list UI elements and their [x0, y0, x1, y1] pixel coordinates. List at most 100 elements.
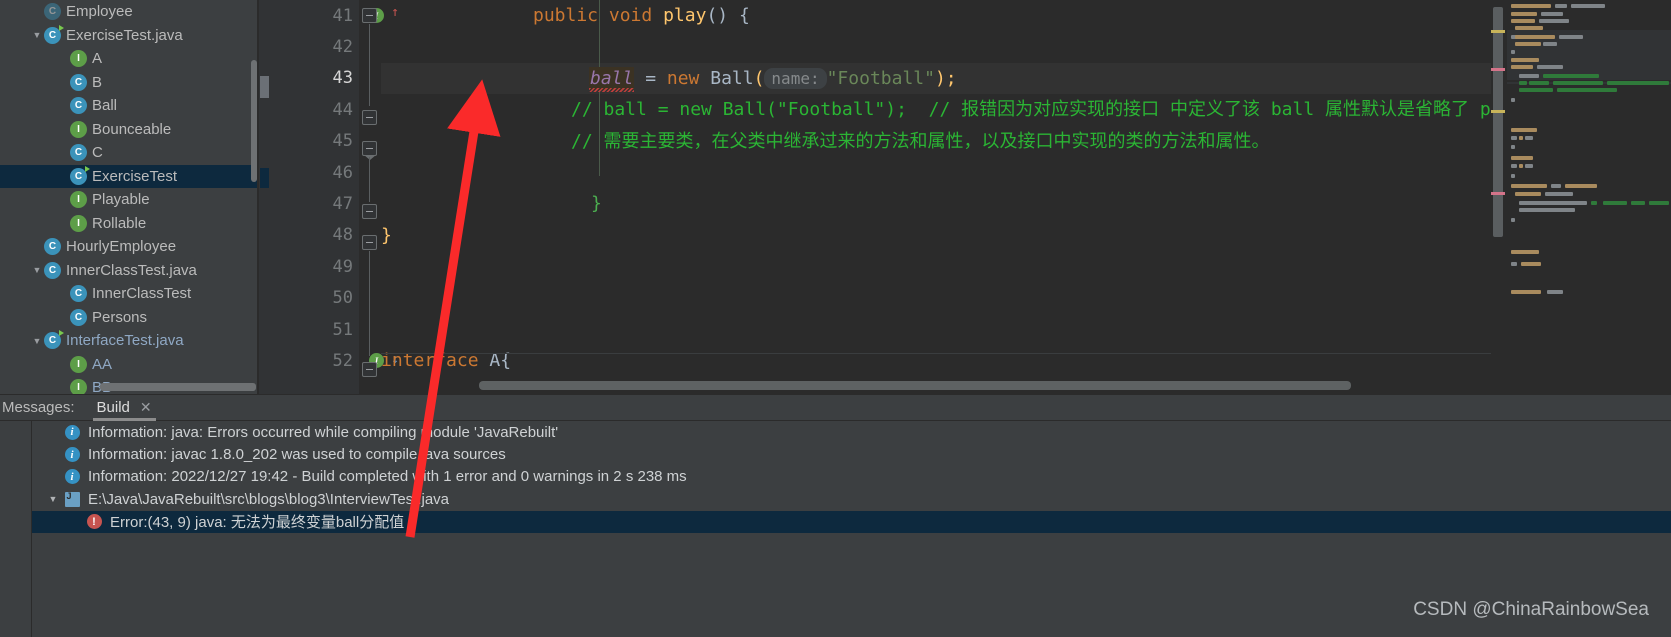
scrollbar-thumb[interactable]: [1493, 7, 1503, 237]
tree-item-innerclasstest[interactable]: C InnerClassTest: [0, 282, 257, 306]
editor-gutter[interactable]: 41I↑ 42 43 44 45 46 47 48 49 50 51 52I↓: [271, 0, 399, 394]
editor-marker-strip[interactable]: [259, 0, 271, 394]
fold-toggle-icon[interactable]: [362, 8, 377, 23]
code-line-49[interactable]: [381, 251, 1491, 282]
code-line-43[interactable]: ball = new Ball(name: "Football");: [381, 62, 1491, 95]
code-line-45[interactable]: // 需要主要类，在父类中继承过来的方法和属性，以及接口中实现的类的方法和属性。: [381, 126, 1491, 157]
tree-item-exercisetest[interactable]: C ExerciseTest: [0, 164, 257, 188]
tree-item-exercisetest-java[interactable]: ▼ C ExerciseTest.java: [0, 24, 257, 48]
scroll-marker-warning[interactable]: [1491, 110, 1505, 113]
fold-toggle-icon[interactable]: [362, 235, 377, 250]
editor-horizontal-scrollbar[interactable]: [479, 381, 1351, 390]
tree-item-ball[interactable]: C Ball: [0, 94, 257, 118]
tree-item-hourlyemployee[interactable]: C HourlyEmployee: [0, 235, 257, 259]
gutter-line-52[interactable]: 52 I ↓: [271, 345, 399, 376]
class-icon: C: [44, 24, 64, 44]
gutter-line-48[interactable]: 48: [271, 220, 359, 251]
code-line-52[interactable]: interface A{: [381, 345, 1491, 376]
fold-region-line: [369, 251, 370, 356]
code-line-42[interactable]: [381, 31, 1491, 62]
tree-item-label: Playable: [92, 191, 150, 209]
gutter-line-45[interactable]: 45: [271, 126, 359, 157]
tree-item-playable[interactable]: I Playable: [0, 188, 257, 212]
minimap-token: [1511, 12, 1537, 16]
error-squiggle-underline: [589, 87, 635, 92]
fold-end-icon[interactable]: [362, 141, 377, 160]
project-tree-panel[interactable]: C Employee ▼ C ExerciseTest.java I A C B C Ball I Bo…: [0, 0, 257, 394]
chevron-down-icon[interactable]: ▼: [30, 336, 44, 346]
tree-item-label: ExerciseTest: [92, 167, 178, 185]
editor-code-area[interactable]: public void play() { ball = new Ball(nam…: [381, 0, 1491, 394]
scroll-marker-error[interactable]: [1491, 192, 1505, 195]
line41-tail: () {: [706, 5, 750, 26]
editor-vertical-scrollbar[interactable]: [1491, 0, 1505, 394]
minimap-token: [1603, 201, 1627, 205]
fold-toggle-icon[interactable]: [362, 204, 377, 219]
minimap-token: [1511, 4, 1551, 8]
message-text: Information: javac 1.8.0_202 was used to…: [88, 446, 506, 464]
minimap-token: [1525, 164, 1533, 168]
editor-fold-column[interactable]: [359, 0, 381, 394]
gutter-line-51[interactable]: 51: [271, 314, 359, 345]
scroll-marker-warning[interactable]: [1491, 30, 1505, 33]
tree-item-employee[interactable]: C Employee: [0, 0, 257, 24]
minimap-token: [1559, 35, 1583, 39]
field-variable-ball-text: ball: [590, 67, 634, 89]
tree-item-bounceable[interactable]: I Bounceable: [0, 118, 257, 142]
tree-item-persons[interactable]: C Persons: [0, 306, 257, 330]
tree-item-label: Bounceable: [92, 120, 172, 138]
minimap-token: [1565, 184, 1597, 188]
field-variable-ball[interactable]: ball: [589, 66, 635, 92]
message-row[interactable]: ▼ E:\Java\JavaRebuilt\src\blogs\blog3\Int…: [32, 488, 1671, 510]
tab-build[interactable]: Build ✕: [92, 394, 156, 421]
code-line-51[interactable]: [381, 314, 1491, 345]
scroll-marker-error[interactable]: [1491, 68, 1505, 71]
interface-icon: I: [70, 120, 87, 138]
project-tree-horizontal-scrollbar[interactable]: [100, 383, 256, 391]
message-row[interactable]: i Information: javac 1.8.0_202 was used t…: [32, 443, 1671, 465]
message-row[interactable]: i Information: 2022/12/27 19:42 - Build c…: [32, 466, 1671, 488]
chevron-down-icon[interactable]: ▼: [30, 265, 44, 275]
keyword-public: public: [533, 5, 599, 26]
tree-item-aa[interactable]: I AA: [0, 353, 257, 377]
message-text: E:\Java\JavaRebuilt\src\blogs\blog3\Inte…: [88, 490, 450, 508]
class-icon: C: [44, 261, 61, 279]
gutter-line-42[interactable]: 42: [271, 31, 359, 62]
code-editor[interactable]: 41I↑ 42 43 44 45 46 47 48 49 50 51 52I↓ public void…: [259, 0, 1491, 394]
gutter-line-49[interactable]: 49: [271, 251, 359, 282]
gutter-line-43[interactable]: 43: [271, 63, 359, 94]
code-line-48[interactable]: }: [381, 220, 1491, 251]
tree-item-a[interactable]: IA: [0, 47, 257, 71]
code-line-47[interactable]: }: [381, 188, 1491, 219]
gutter-line-47[interactable]: 47: [271, 188, 359, 219]
gutter-line-41[interactable]: 41I↑: [271, 0, 399, 31]
code-line-44[interactable]: // ball = new Ball("Football"); // 报错因为对…: [381, 94, 1491, 125]
fold-toggle-icon[interactable]: [362, 110, 377, 125]
message-row[interactable]: i Information: java: Errors occurred whil…: [32, 421, 1671, 443]
line-number: 52: [332, 350, 353, 371]
minimap-token: [1511, 136, 1517, 140]
tree-item-b[interactable]: CB: [0, 71, 257, 95]
minimap-token: [1537, 65, 1563, 69]
ide-window: C Employee ▼ C ExerciseTest.java I A C B C Ball I Bo…: [0, 0, 1671, 637]
close-icon[interactable]: ✕: [140, 399, 152, 416]
tree-item-rollable[interactable]: I Rollable: [0, 212, 257, 236]
tree-item-interfacetest-java[interactable]: ▼ C InterfaceTest.java: [0, 329, 257, 353]
chevron-down-icon[interactable]: ▼: [30, 30, 44, 40]
string-football: "Football": [826, 67, 935, 89]
gutter-line-50[interactable]: 50: [271, 283, 359, 314]
code-line-50[interactable]: [381, 283, 1491, 314]
tree-item-c[interactable]: CC: [0, 141, 257, 165]
tree-item-innerclasstest-java[interactable]: ▼ C InnerClassTest.java: [0, 259, 257, 283]
parameter-hint-name[interactable]: name:: [764, 67, 827, 89]
minimap-token: [1519, 136, 1523, 140]
code-line-46[interactable]: [381, 157, 1491, 188]
message-row[interactable]: ! Error:(43, 9) java: 无法为最终变量ball分配值: [32, 510, 1671, 533]
editor-minimap[interactable]: [1507, 0, 1671, 394]
code-line-41[interactable]: public void play() {: [381, 0, 1491, 31]
gutter-line-46[interactable]: 46: [271, 157, 359, 188]
fold-toggle-icon[interactable]: [362, 362, 377, 377]
gutter-line-44[interactable]: 44: [271, 94, 359, 125]
class-icon: C: [70, 144, 87, 162]
chevron-down-icon[interactable]: ▼: [44, 494, 62, 504]
